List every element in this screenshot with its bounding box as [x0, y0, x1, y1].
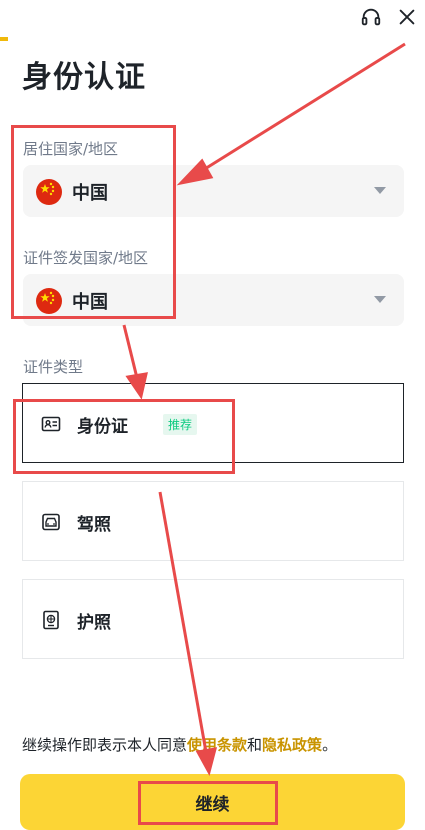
- doc-option-id-card[interactable]: 身份证 推荐: [22, 383, 404, 463]
- china-flag-icon: [36, 179, 62, 205]
- continue-button[interactable]: 继续: [20, 774, 405, 830]
- top-accent-bar: [0, 37, 8, 41]
- doc-option-label: 驾照: [77, 515, 111, 535]
- page-title: 身份认证: [22, 60, 146, 95]
- close-icon[interactable]: [396, 6, 418, 28]
- residence-country-select[interactable]: 中国: [23, 165, 404, 217]
- residence-label: 居住国家/地区: [23, 140, 119, 158]
- doc-type-label: 证件类型: [23, 358, 84, 376]
- consent-prefix: 继续操作即表示本人同意: [22, 736, 188, 754]
- issuing-label: 证件签发国家/地区: [23, 249, 149, 267]
- terms-link[interactable]: 使用条款: [187, 736, 247, 754]
- consent-text: 继续操作即表示本人同意使用条款和隐私政策。: [22, 734, 337, 755]
- chevron-down-icon: [374, 296, 386, 303]
- continue-button-label: 继续: [195, 794, 230, 815]
- doc-option-passport[interactable]: 护照: [22, 579, 404, 659]
- headset-icon[interactable]: [360, 6, 382, 28]
- doc-option-label: 身份证: [77, 417, 128, 437]
- residence-country-value: 中国: [72, 183, 108, 204]
- china-flag-icon: [36, 288, 62, 314]
- issuing-country-select[interactable]: 中国: [23, 274, 404, 326]
- recommended-badge: 推荐: [163, 414, 198, 435]
- car-icon: [42, 513, 60, 531]
- issuing-country-value: 中国: [72, 292, 108, 313]
- doc-option-driver-license[interactable]: 驾照: [22, 481, 404, 561]
- passport-icon: [43, 610, 59, 630]
- chevron-down-icon: [374, 187, 386, 194]
- id-card-icon: [41, 416, 61, 432]
- privacy-link[interactable]: 隐私政策: [262, 736, 322, 754]
- doc-option-label: 护照: [77, 613, 111, 633]
- consent-and: 和: [247, 736, 263, 754]
- consent-suffix: 。: [322, 736, 338, 754]
